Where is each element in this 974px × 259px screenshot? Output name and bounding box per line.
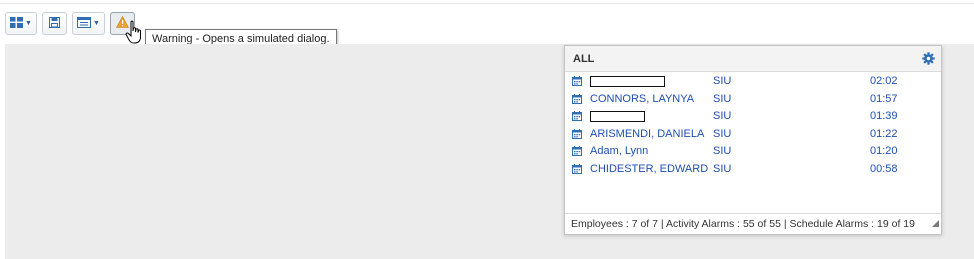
calendar-icon (572, 76, 582, 89)
employee-name[interactable]: Adam, Lynn (590, 145, 648, 157)
alarm-duration: 02:02 (870, 75, 898, 87)
list-item[interactable]: Adam, Lynn SIU 01:20 (565, 143, 941, 161)
alarm-code: SIU (713, 92, 732, 105)
alarm-code: SIU (713, 162, 732, 175)
chevron-down-icon: ▼ (25, 20, 32, 27)
alarm-duration: 01:20 (870, 145, 898, 157)
list-item[interactable]: SIU 02:02 (565, 73, 941, 91)
resize-handle-icon[interactable] (932, 214, 939, 232)
calendar-icon (572, 146, 582, 159)
layout-grid-icon (10, 15, 23, 33)
alarm-code: SIU (713, 75, 732, 87)
gear-icon[interactable] (922, 52, 935, 65)
list-item[interactable]: ARISMENDI, DANIELA SIU 01:22 (565, 126, 941, 144)
employee-alarm-list: SIU 02:02 CONNORS, LAYNYA SIU 01:57 SIU 01:39 A… (565, 72, 941, 178)
chevron-down-icon: ▼ (92, 20, 100, 27)
calendar-icon (572, 111, 582, 124)
list-item[interactable]: CONNORS, LAYNYA SIU 01:57 (565, 91, 941, 109)
toolbar: ▼ ▼ (5, 12, 135, 36)
save-icon (48, 15, 60, 33)
alarm-duration: 00:58 (870, 162, 898, 175)
alarm-duration: 01:57 (870, 92, 898, 105)
list-item[interactable]: SIU 01:39 (565, 108, 941, 126)
redacted-name (590, 111, 645, 122)
employee-name[interactable]: ARISMENDI, DANIELA (590, 128, 704, 140)
layout-menu-button[interactable]: ▼ (5, 12, 37, 35)
alarm-panel: ALL SIU 02:02 CONNORS, LAYNYA SIU 01:57 SIU 01… (564, 45, 942, 235)
alarm-duration: 01:22 (870, 127, 898, 140)
screen-layout-icon (76, 15, 91, 33)
calendar-icon (572, 128, 582, 142)
screen-menu-button[interactable]: ▼ (71, 12, 105, 35)
calendar-icon (572, 163, 582, 177)
alarm-code: SIU (713, 127, 732, 140)
alarm-code: SIU (713, 145, 732, 157)
employee-name[interactable]: CHIDESTER, EDWARD (590, 163, 708, 175)
list-item[interactable]: CHIDESTER, EDWARD SIU 00:58 (565, 161, 941, 179)
employee-name[interactable]: CONNORS, LAYNYA (590, 93, 694, 105)
save-button[interactable] (41, 12, 67, 35)
alarm-code: SIU (713, 110, 732, 122)
alarm-duration: 01:39 (870, 110, 898, 122)
calendar-icon (572, 93, 582, 107)
panel-header: ALL (565, 46, 941, 72)
panel-footer-status: Employees : 7 of 7 | Activity Alarms : 5… (565, 213, 941, 234)
top-divider (0, 3, 974, 4)
redacted-name (590, 76, 665, 87)
hand-pointer-cursor-icon (125, 20, 145, 46)
panel-title: ALL (573, 52, 595, 65)
